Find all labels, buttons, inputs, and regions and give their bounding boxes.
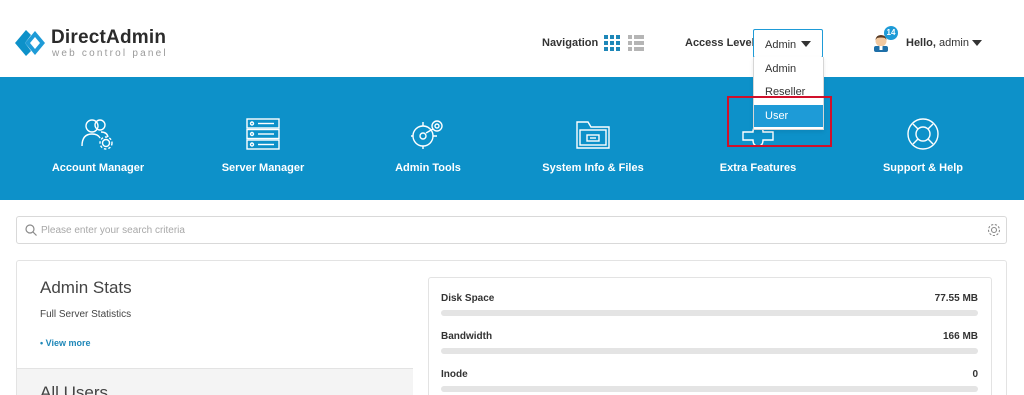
all-users-title: All Users xyxy=(40,383,109,395)
menu-label: Server Manager xyxy=(221,162,305,174)
all-users-section: All Users xyxy=(17,368,413,395)
menu-item-support-help[interactable]: Support & Help xyxy=(863,77,983,200)
top-header: DirectAdmin web control panel Navigation… xyxy=(0,0,1024,77)
metric-inode: Inode 0 xyxy=(441,369,978,395)
red-highlight-box xyxy=(727,96,832,147)
greeting-prefix: Hello, xyxy=(906,37,936,49)
stats-title: Admin Stats xyxy=(40,278,132,297)
admin-stats-panel: Admin Stats Full Server Statistics • Vie… xyxy=(16,260,1007,395)
access-level-label: Access Level xyxy=(685,37,755,49)
user-greeting[interactable]: Hello, admin xyxy=(906,37,969,49)
greeting-username: admin xyxy=(939,37,969,49)
search-input[interactable]: Please enter your search criteria xyxy=(41,225,185,236)
lifebuoy-icon xyxy=(907,118,939,150)
notification-badge[interactable]: 14 xyxy=(884,26,898,40)
main-menu-band: Account Manager Server Manager Admin Too… xyxy=(0,77,1024,200)
logo-mark-icon xyxy=(15,30,45,56)
search-icon xyxy=(25,224,37,236)
access-level-value: Admin xyxy=(765,39,797,51)
metric-name: Inode xyxy=(441,369,468,380)
dropdown-option-admin[interactable]: Admin xyxy=(754,58,823,80)
list-view-icon[interactable] xyxy=(628,35,644,51)
brand-name: DirectAdmin xyxy=(51,27,167,48)
stats-subtitle: Full Server Statistics xyxy=(40,309,132,320)
caret-down-icon xyxy=(801,41,811,47)
metric-disk-space: Disk Space 77.55 MB xyxy=(441,293,978,323)
menu-label: Support & Help xyxy=(882,162,964,174)
admin-tools-icon xyxy=(411,120,443,149)
menu-label: Account Manager xyxy=(51,162,145,174)
user-menu-caret-icon[interactable] xyxy=(972,40,982,46)
directadmin-logo[interactable]: DirectAdmin web control panel xyxy=(15,24,185,62)
metric-value: 77.55 MB xyxy=(934,293,978,304)
metric-name: Bandwidth xyxy=(441,331,493,342)
menu-item-admin-tools[interactable]: Admin Tools xyxy=(368,77,488,200)
metric-name: Disk Space xyxy=(441,293,495,304)
metric-value: 0 xyxy=(972,369,978,380)
server-rack-icon xyxy=(246,118,280,150)
grid-view-icon[interactable] xyxy=(604,35,620,51)
menu-label: Admin Tools xyxy=(395,162,461,174)
usage-metrics: Disk Space 77.55 MB Bandwidth 166 MB Ino… xyxy=(428,277,992,395)
view-more-link[interactable]: • View more xyxy=(40,338,91,348)
menu-label: Extra Features xyxy=(719,162,797,174)
search-bar[interactable]: Please enter your search criteria xyxy=(16,216,1007,244)
gear-icon[interactable] xyxy=(987,223,1001,237)
metric-value: 166 MB xyxy=(942,331,978,342)
users-gear-icon xyxy=(81,119,113,150)
menu-item-system-info-files[interactable]: System Info & Files xyxy=(533,77,653,200)
metric-progress-bar xyxy=(441,386,978,392)
menu-item-server-manager[interactable]: Server Manager xyxy=(203,77,323,200)
metric-progress-bar xyxy=(441,348,978,354)
menu-item-account-manager[interactable]: Account Manager xyxy=(38,77,158,200)
brand-tagline: web control panel xyxy=(52,48,168,59)
metric-progress-bar xyxy=(441,310,978,316)
menu-label: System Info & Files xyxy=(542,162,644,174)
navigation-label: Navigation xyxy=(542,37,599,49)
metric-bandwidth: Bandwidth 166 MB xyxy=(441,331,978,361)
access-level-select[interactable]: Admin xyxy=(753,29,823,58)
folder-icon xyxy=(576,121,610,149)
